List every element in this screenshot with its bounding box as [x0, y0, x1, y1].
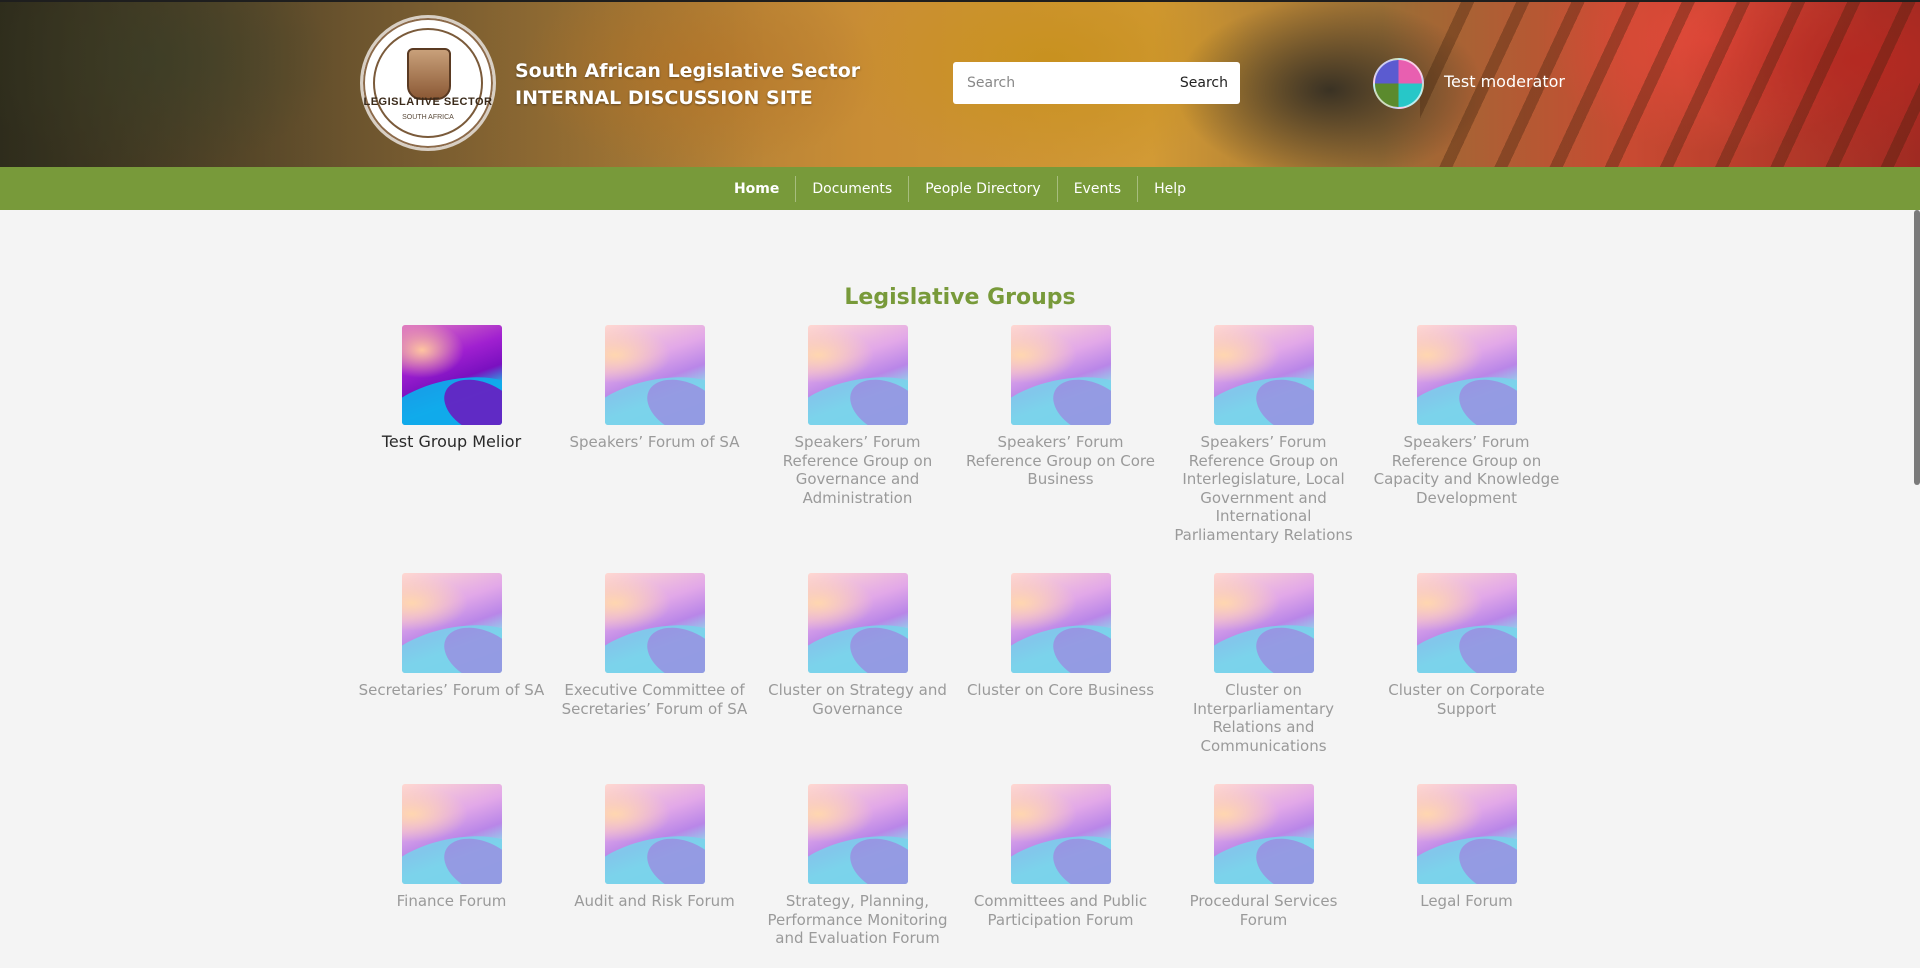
logo-subtext: SOUTH AFRICA — [402, 114, 454, 121]
group-label[interactable]: Speakers’ Forum Reference Group on Capac… — [1372, 433, 1562, 507]
group-label[interactable]: Speakers’ Forum Reference Group on Core … — [966, 433, 1156, 489]
username-link[interactable]: Test moderator — [1444, 72, 1565, 91]
group-thumbnail[interactable] — [1213, 573, 1314, 673]
group-label[interactable]: Committees and Public Participation Foru… — [966, 892, 1156, 929]
group-label[interactable]: Secretaries’ Forum of SA — [357, 681, 547, 700]
group-label[interactable]: Test Group Melior — [357, 432, 547, 452]
group-card[interactable]: Committees and Public Participation Foru… — [959, 784, 1162, 954]
group-card[interactable]: Strategy, Planning, Performance Monitori… — [756, 784, 959, 954]
nav-item-documents[interactable]: Documents — [795, 175, 908, 202]
group-card[interactable]: Speakers’ Forum Reference Group on Inter… — [1162, 325, 1365, 573]
site-header: LEGISLATIVE SECTOR SOUTH AFRICA South Af… — [0, 0, 1920, 167]
search-box: Search — [953, 62, 1240, 104]
group-thumbnail[interactable] — [604, 573, 705, 673]
nav-item-events[interactable]: Events — [1056, 175, 1137, 202]
group-card[interactable]: Speakers’ Forum Reference Group on Capac… — [1365, 325, 1568, 573]
group-thumbnail[interactable] — [1416, 784, 1517, 884]
group-label[interactable]: Cluster on Strategy and Governance — [763, 681, 953, 718]
nav-item-home[interactable]: Home — [718, 176, 795, 202]
group-label[interactable]: Speakers’ Forum Reference Group on Inter… — [1169, 433, 1359, 544]
group-card[interactable]: Cluster on Corporate Support — [1365, 573, 1568, 784]
page-scrollbar[interactable] — [1914, 210, 1920, 485]
group-card[interactable]: Speakers’ Forum Reference Group on Core … — [959, 325, 1162, 573]
drum-icon — [407, 48, 451, 100]
logo-text: LEGISLATIVE SECTOR — [363, 96, 493, 108]
group-thumbnail[interactable] — [1010, 784, 1111, 884]
group-thumbnail[interactable] — [1416, 325, 1517, 425]
group-thumbnail[interactable] — [1010, 325, 1111, 425]
group-label[interactable]: Cluster on Interparliamentary Relations … — [1169, 681, 1359, 755]
search-input[interactable] — [953, 63, 1168, 103]
group-thumbnail[interactable] — [401, 573, 502, 673]
group-thumbnail[interactable] — [807, 784, 908, 884]
group-card[interactable]: Secretaries’ Forum of SA — [350, 573, 553, 784]
group-thumbnail[interactable] — [401, 325, 502, 425]
group-thumbnail[interactable] — [1416, 573, 1517, 673]
group-label[interactable]: Finance Forum — [357, 892, 547, 911]
search-button[interactable]: Search — [1168, 63, 1240, 103]
group-label[interactable]: Procedural Services Forum — [1169, 892, 1359, 929]
group-thumbnail[interactable] — [807, 573, 908, 673]
group-card[interactable]: Finance Forum — [350, 784, 553, 954]
site-title-line1: South African Legislative Sector — [515, 60, 861, 82]
site-logo[interactable]: LEGISLATIVE SECTOR SOUTH AFRICA — [360, 15, 496, 151]
group-label[interactable]: Legal Forum — [1372, 892, 1562, 911]
group-label[interactable]: Cluster on Core Business — [966, 681, 1156, 700]
groups-grid: Test Group Melior Speakers’ Forum of SA … — [350, 325, 1570, 954]
group-card[interactable]: Cluster on Interparliamentary Relations … — [1162, 573, 1365, 784]
group-label[interactable]: Executive Committee of Secretaries’ Foru… — [560, 681, 750, 718]
main-nav: Home Documents People Directory Events H… — [0, 167, 1920, 210]
group-label[interactable]: Strategy, Planning, Performance Monitori… — [763, 892, 953, 948]
group-thumbnail[interactable] — [1213, 784, 1314, 884]
group-label[interactable]: Audit and Risk Forum — [560, 892, 750, 911]
group-card[interactable]: Audit and Risk Forum — [553, 784, 756, 954]
group-card[interactable]: Speakers’ Forum of SA — [553, 325, 756, 573]
group-card[interactable]: Procedural Services Forum — [1162, 784, 1365, 954]
group-label[interactable]: Cluster on Corporate Support — [1372, 681, 1562, 718]
site-title[interactable]: South African Legislative Sector INTERNA… — [515, 58, 860, 112]
user-avatar[interactable] — [1373, 58, 1424, 109]
group-label[interactable]: Speakers’ Forum of SA — [560, 433, 750, 452]
group-thumbnail[interactable] — [401, 784, 502, 884]
group-thumbnail[interactable] — [1213, 325, 1314, 425]
group-label[interactable]: Speakers’ Forum Reference Group on Gover… — [763, 433, 953, 507]
section-title: Legislative Groups — [844, 285, 1076, 310]
group-thumbnail[interactable] — [604, 325, 705, 425]
group-card[interactable]: Test Group Melior — [350, 325, 553, 573]
group-card[interactable]: Speakers’ Forum Reference Group on Gover… — [756, 325, 959, 573]
nav-item-people-directory[interactable]: People Directory — [908, 175, 1057, 202]
group-thumbnail[interactable] — [1010, 573, 1111, 673]
group-card[interactable]: Cluster on Strategy and Governance — [756, 573, 959, 784]
nav-item-help[interactable]: Help — [1137, 175, 1202, 202]
group-thumbnail[interactable] — [604, 784, 705, 884]
group-card[interactable]: Cluster on Core Business — [959, 573, 1162, 784]
group-thumbnail[interactable] — [807, 325, 908, 425]
group-card[interactable]: Executive Committee of Secretaries’ Foru… — [553, 573, 756, 784]
site-title-line2: INTERNAL DISCUSSION SITE — [515, 87, 813, 109]
group-card[interactable]: Legal Forum — [1365, 784, 1568, 954]
